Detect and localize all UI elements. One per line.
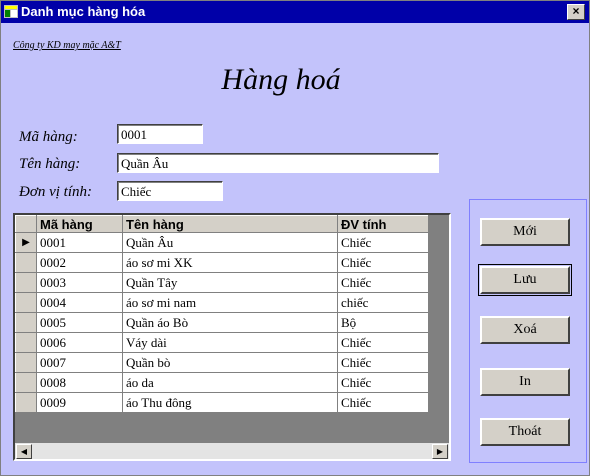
ma-hang-cell[interactable]: 0003 — [36, 272, 123, 293]
close-button[interactable]: × — [567, 4, 585, 20]
dv-tinh-cell[interactable]: Chiếc — [337, 332, 429, 353]
ten-hang-label: Tên hàng: — [19, 156, 81, 172]
ma-hang-cell[interactable]: 0004 — [36, 292, 123, 313]
table-row[interactable]: ▶ 0001 Quần Âu Chiếc — [15, 232, 429, 253]
ten-hang-cell[interactable]: Quần Âu — [122, 232, 338, 253]
row-selector[interactable]: ▶ — [15, 232, 37, 253]
ma-hang-cell[interactable]: 0001 — [36, 232, 123, 253]
table-row[interactable]: 0003 Quần Tây Chiếc — [15, 272, 429, 293]
table-row[interactable]: 0006 Váy dài Chiếc — [15, 332, 429, 353]
ten-hang-cell[interactable]: Váy dài — [122, 332, 338, 353]
ten-hang-cell[interactable]: Quần bò — [122, 352, 338, 373]
row-selector[interactable] — [15, 272, 37, 293]
row-selector[interactable] — [15, 252, 37, 273]
ten-hang-cell[interactable]: áo da — [122, 372, 338, 393]
table-row[interactable]: 0005 Quần áo Bò Bộ — [15, 312, 429, 333]
dv-tinh-cell[interactable]: Chiếc — [337, 392, 429, 413]
button-panel: Mới Lưu Xoá In Thoát — [469, 199, 587, 463]
horizontal-scrollbar[interactable]: ◀ ▶ — [15, 442, 449, 459]
dv-tinh-cell[interactable]: Chiếc — [337, 372, 429, 393]
dv-tinh-cell[interactable]: Bộ — [337, 312, 429, 333]
ten-hang-field[interactable]: Quần Âu — [117, 153, 439, 173]
dv-tinh-cell[interactable]: Chiếc — [337, 352, 429, 373]
ma-hang-cell[interactable]: 0007 — [36, 352, 123, 373]
dv-tinh-cell[interactable]: Chiếc — [337, 252, 429, 273]
table-row[interactable]: 0008 áo da Chiếc — [15, 372, 429, 393]
ten-hang-cell[interactable]: áo sơ mi nam — [122, 292, 338, 313]
ma-hang-cell[interactable]: 0002 — [36, 252, 123, 273]
ma-hang-cell[interactable]: 0009 — [36, 392, 123, 413]
dvt-label: Đơn vị tính: — [19, 184, 92, 200]
row-selector[interactable] — [15, 392, 37, 413]
row-selector[interactable] — [15, 292, 37, 313]
company-label: Công ty KD may mặc A&T — [13, 40, 121, 51]
row-selector[interactable] — [15, 352, 37, 373]
dv-tinh-cell[interactable]: chiếc — [337, 292, 429, 313]
col-header-dv-tinh[interactable]: ĐV tính — [337, 215, 429, 233]
items-grid[interactable]: Mã hàng Tên hàng ĐV tính ▶ 0001 Quần Âu Chi… — [13, 213, 451, 461]
dv-tinh-cell[interactable]: Chiếc — [337, 232, 429, 253]
dvt-field[interactable]: Chiếc — [117, 181, 223, 201]
row-selector[interactable] — [15, 372, 37, 393]
ten-hang-cell[interactable]: Quần Tây — [122, 272, 338, 293]
table-row[interactable]: 0004 áo sơ mi nam chiếc — [15, 292, 429, 313]
delete-button[interactable]: Xoá — [480, 316, 570, 344]
col-header-ma-hang[interactable]: Mã hàng — [36, 215, 123, 233]
title-bar[interactable]: Danh mục hàng hóa × — [1, 1, 589, 23]
ten-hang-cell[interactable]: áo Thu đông — [122, 392, 338, 413]
save-button[interactable]: Lưu — [478, 264, 572, 296]
table-row[interactable]: 0002 áo sơ mi XK Chiếc — [15, 252, 429, 273]
page-title: Hàng hoá — [221, 63, 341, 96]
window-title: Danh mục hàng hóa — [21, 4, 146, 19]
ten-hang-cell[interactable]: áo sơ mi XK — [122, 252, 338, 273]
col-header-ten-hang[interactable]: Tên hàng — [122, 215, 338, 233]
form-window: Danh mục hàng hóa × Công ty KD may mặc A… — [0, 0, 590, 476]
ma-hang-label: Mã hàng: — [19, 129, 78, 145]
dv-tinh-cell[interactable]: Chiếc — [337, 272, 429, 293]
print-button[interactable]: In — [480, 368, 570, 396]
grid-table: Mã hàng Tên hàng ĐV tính ▶ 0001 Quần Âu Chi… — [15, 215, 429, 413]
table-row[interactable]: 0007 Quần bò Chiếc — [15, 352, 429, 373]
exit-button[interactable]: Thoát — [480, 418, 570, 446]
row-selector[interactable] — [15, 332, 37, 353]
ma-hang-cell[interactable]: 0005 — [36, 312, 123, 333]
ma-hang-cell[interactable]: 0008 — [36, 372, 123, 393]
table-row[interactable]: 0009 áo Thu đông Chiếc — [15, 392, 429, 413]
left-arrow-icon[interactable]: ◀ — [16, 444, 32, 459]
ten-hang-cell[interactable]: Quần áo Bò — [122, 312, 338, 333]
right-arrow-icon[interactable]: ▶ — [432, 444, 448, 459]
ma-hang-field[interactable]: 0001 — [117, 124, 203, 144]
grid-header-row: Mã hàng Tên hàng ĐV tính — [15, 215, 429, 233]
new-button[interactable]: Mới — [480, 218, 570, 246]
grid-form-icon — [4, 5, 18, 18]
grid-corner — [15, 215, 37, 233]
row-selector[interactable] — [15, 312, 37, 333]
ma-hang-cell[interactable]: 0006 — [36, 332, 123, 353]
